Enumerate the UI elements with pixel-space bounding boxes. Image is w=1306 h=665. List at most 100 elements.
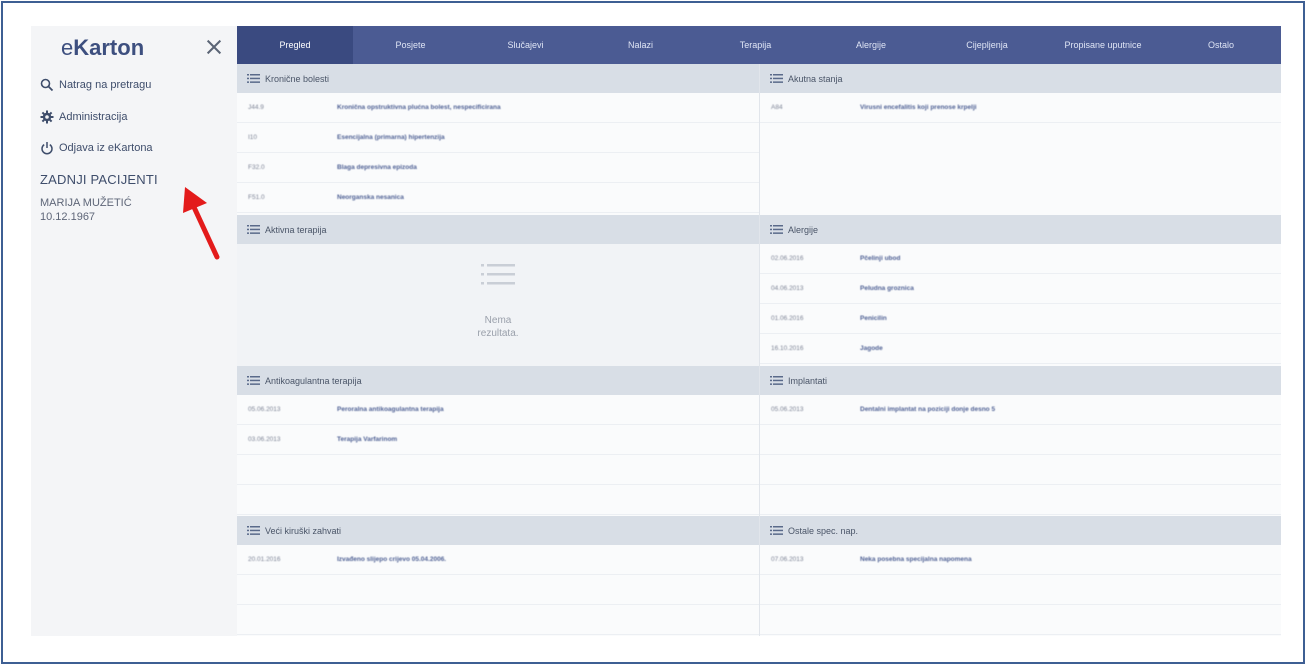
panel-header: Implantati xyxy=(760,366,1281,395)
tab-visits[interactable]: Posjete xyxy=(353,26,468,64)
table-row[interactable]: A84 Virusni encefalitis koji prenose krpe… xyxy=(760,93,1281,123)
table-row xyxy=(760,605,1281,635)
row-desc: Izvađeno slijepo crijevo 05.04.2006. xyxy=(337,556,447,563)
table-row[interactable]: 05.06.2013 Peroralna antikoagulantna tera… xyxy=(237,395,759,425)
row-date: 05.06.2013 xyxy=(771,406,804,413)
tab-cases[interactable]: Slučajevi xyxy=(468,26,583,64)
panel-allergies: Alergije 02.06.2016 Pčelinji ubod 04.06.2… xyxy=(760,215,1281,366)
table-row[interactable]: F51.0 Neorganska nesanica xyxy=(237,183,759,213)
panel-header: Antikoagulantna terapija xyxy=(237,366,759,395)
panel-title: Veći kiruški zahvati xyxy=(265,525,342,536)
panel-title: Antikoagulantna terapija xyxy=(265,375,362,386)
row-code: F32.0 xyxy=(248,164,265,171)
logo-main: Karton xyxy=(73,35,145,60)
row-desc: Terapija Varfarinom xyxy=(337,436,398,443)
table-row[interactable]: I10 Esencijalna (primarna) hipertenzija xyxy=(237,123,759,153)
row-desc: Peludna groznica xyxy=(860,285,914,292)
panel-title: Alergije xyxy=(788,224,819,235)
table-row xyxy=(237,455,759,485)
row-desc: Pčelinji ubod xyxy=(860,255,901,262)
ekarton-app: eKarton Natrag na pretragu Administracij… xyxy=(31,26,1281,636)
table-row[interactable]: 02.06.2016 Pčelinji ubod xyxy=(760,244,1281,274)
table-row[interactable]: 04.06.2013 Peludna groznica xyxy=(760,274,1281,304)
panel-major-surgeries: Veći kiruški zahvati 20.01.2016 Izvađeno … xyxy=(237,516,759,636)
tab-findings[interactable]: Nalazi xyxy=(583,26,698,64)
back-to-search-link[interactable]: Natrag na pretragu xyxy=(40,75,151,95)
row-desc: Penicilin xyxy=(860,315,887,322)
gear-icon xyxy=(40,110,54,124)
row-desc: Esencijalna (primarna) hipertenzija xyxy=(337,134,445,141)
table-row[interactable]: 16.10.2016 Jagode xyxy=(760,334,1281,364)
panel-active-therapy: Aktivna terapija Nema rezultata. xyxy=(237,215,759,366)
recent-patient-item[interactable]: MARIJA MUŽETIĆ 10.12.1967 xyxy=(40,196,132,224)
empty-state: Nema rezultata. xyxy=(237,244,759,366)
row-code: F51.0 xyxy=(248,194,265,201)
row-desc: Neorganska nesanica xyxy=(337,194,404,201)
table-row[interactable]: 07.06.2013 Neka posebna specijalna napome… xyxy=(760,545,1281,575)
table-row xyxy=(760,575,1281,605)
list-icon xyxy=(247,225,260,234)
tab-vaccinations[interactable]: Cijepljenja xyxy=(929,26,1045,64)
list-icon xyxy=(770,526,783,535)
other-notes-list: 07.06.2013 Neka posebna specijalna napome… xyxy=(760,545,1281,635)
table-row xyxy=(760,425,1281,455)
table-row[interactable]: F32.0 Blaga depresivna epizoda xyxy=(237,153,759,183)
close-icon[interactable] xyxy=(204,37,224,57)
empty-line-2: rezultata. xyxy=(477,328,519,339)
row-desc: Virusni encefalitis koji prenose krpelji xyxy=(860,104,977,111)
list-icon xyxy=(770,225,783,234)
chronic-list: J44.9 Kronična opstruktivna plućna bolest… xyxy=(237,93,759,213)
tab-other[interactable]: Ostalo xyxy=(1161,26,1281,64)
sidebar: eKarton Natrag na pretragu Administracij… xyxy=(31,26,237,636)
row-date: 05.06.2013 xyxy=(248,406,281,413)
administration-label: Administracija xyxy=(59,111,128,123)
tab-therapy[interactable]: Terapija xyxy=(698,26,813,64)
table-row[interactable]: 05.06.2013 Dentalni implantat na poziciji… xyxy=(760,395,1281,425)
row-desc: Dentalni implantat na poziciji donje des… xyxy=(860,406,996,413)
app-logo[interactable]: eKarton xyxy=(61,35,144,61)
panel-header: Ostale spec. nap. xyxy=(760,516,1281,545)
empty-message: Nema rezultata. xyxy=(448,314,548,340)
table-row[interactable]: 03.06.2013 Terapija Varfarinom xyxy=(237,425,759,455)
panel-title: Ostale spec. nap. xyxy=(788,525,859,536)
row-date: 03.06.2013 xyxy=(248,436,281,443)
annotation-arrow-icon xyxy=(183,187,220,260)
panel-header: Aktivna terapija xyxy=(237,215,759,244)
panel-implants: Implantati 05.06.2013 Dentalni implantat … xyxy=(760,366,1281,516)
panel-title: Aktivna terapija xyxy=(265,224,327,235)
implants-list: 05.06.2013 Dentalni implantat na poziciji… xyxy=(760,395,1281,515)
table-row[interactable]: 01.06.2016 Penicilin xyxy=(760,304,1281,334)
administration-link[interactable]: Administracija xyxy=(40,107,127,127)
row-date: 04.06.2013 xyxy=(771,285,804,292)
table-row xyxy=(760,485,1281,515)
panel-header: Akutna stanja xyxy=(760,64,1281,93)
table-row xyxy=(760,455,1281,485)
row-desc: Neka posebna specijalna napomena xyxy=(860,556,972,563)
table-row[interactable]: 20.01.2016 Izvađeno slijepo crijevo 05.04… xyxy=(237,545,759,575)
tab-allergies[interactable]: Alergije xyxy=(813,26,929,64)
tab-bar: Pregled Posjete Slučajevi Nalazi Terapij… xyxy=(237,26,1281,64)
allergies-list: 02.06.2016 Pčelinji ubod 04.06.2013 Peludn… xyxy=(760,244,1281,364)
list-icon xyxy=(247,376,260,385)
table-row xyxy=(237,575,759,605)
table-row[interactable]: J44.9 Kronična opstruktivna plućna bolest… xyxy=(237,93,759,123)
recent-patients-title: ZADNJI PACIJENTI xyxy=(40,172,158,187)
row-date: 02.06.2016 xyxy=(771,255,804,262)
row-date: 07.06.2013 xyxy=(771,556,804,563)
table-row xyxy=(237,485,759,515)
tab-referrals[interactable]: Propisane uputnice xyxy=(1045,26,1161,64)
table-row xyxy=(237,605,759,635)
logout-link[interactable]: Odjava iz eKartona xyxy=(40,138,153,158)
panel-other-notes: Ostale spec. nap. 07.06.2013 Neka posebna… xyxy=(760,516,1281,636)
row-date: 01.06.2016 xyxy=(771,315,804,322)
search-icon xyxy=(40,78,54,92)
row-desc: Peroralna antikoagulantna terapija xyxy=(337,406,444,413)
panel-header: Veći kiruški zahvati xyxy=(237,516,759,545)
row-code: A84 xyxy=(771,104,783,111)
patient-dob: 10.12.1967 xyxy=(40,211,96,223)
main-content: Pregled Posjete Slučajevi Nalazi Terapij… xyxy=(237,26,1281,636)
tab-overview[interactable]: Pregled xyxy=(237,26,353,64)
anticoag-list: 05.06.2013 Peroralna antikoagulantna tera… xyxy=(237,395,759,515)
row-code: J44.9 xyxy=(248,104,264,111)
panel-chronic-diseases: Kronične bolesti J44.9 Kronična opstrukti… xyxy=(237,64,759,215)
